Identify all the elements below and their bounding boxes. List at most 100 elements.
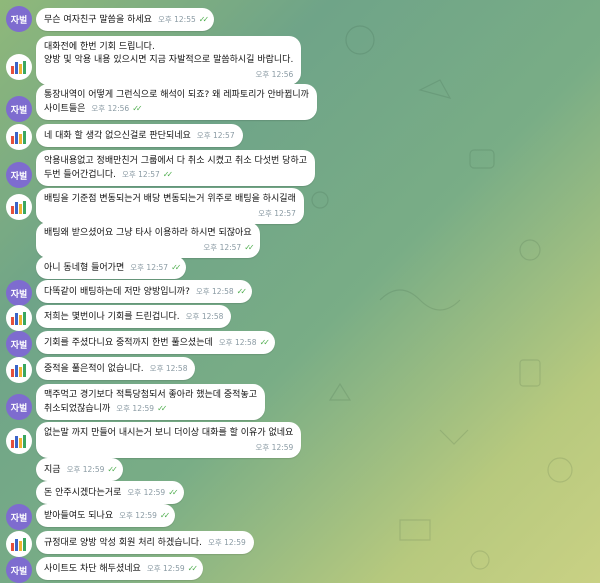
read-check-icon: ✓✓ [132,104,143,113]
message-time: 오후 12:57 [258,209,296,218]
message-row: 저희는 몇번이나 기회를 드린겁니다. 오후 12:58 [0,305,600,331]
message-text: 돈 안주시겠다는거로 [44,488,122,498]
message-row: 대화전에 한번 기회 드립니다. 양방 및 악용 내용 있으시면 지금 자발적으… [0,36,600,85]
message-time: 오후 12:59 ✓✓ [119,511,171,520]
message-bubble[interactable]: 대화전에 한번 기회 드립니다. 양방 및 악용 내용 있으시면 지금 자발적으… [36,36,302,85]
message-time: 오후 12:59 ✓✓ [146,564,199,573]
bar-chart-logo-icon[interactable] [6,305,32,331]
message-bubble[interactable]: 받아들여도 되나요 오후 12:59 ✓✓ [36,504,176,527]
user-avatar[interactable]: 자벌 [6,96,32,122]
message-text: 통장내역이 어떻게 그런식으로 해석이 되죠? 왜 레파토리가 안바뀝니까 사이… [44,90,309,114]
message-time: 오후 12:59 ✓✓ [116,404,168,413]
message-bubble[interactable]: 지금 오후 12:59 ✓✓ [36,458,123,481]
message-bubble[interactable]: 배팅왜 받으셨어요 그냥 타사 이용하라 하시면 되잖아요 오후 12:57 ✓✓ [36,222,260,258]
message-row: 자벌 악용내용없고 정배만친거 그룹에서 다 취소 시켰고 취소 다섯번 당하고… [0,150,600,188]
message-time: 오후 12:56 [255,70,294,79]
message-time: 오후 12:58 [149,364,188,373]
message-text: 배팅을 기준점 변동되는거 배당 변동되는거 위주로 배팅을 하시길래 [44,194,296,204]
chat-message-list[interactable]: 자벌 무슨 여자친구 말씀을 하세요 오후 12:55 ✓✓ 대화전에 한번 기회 … [0,0,600,583]
message-row: 배팅왜 받으셨어요 그냥 타사 이용하라 하시면 되잖아요 오후 12:57 ✓✓ [0,222,600,258]
message-row: 자벌 다똑같이 배팅하는데 저만 양방입니까? 오후 12:58 ✓✓ [0,280,600,306]
message-row: 중적을 풀은적이 없습니다. 오후 12:58 [0,357,600,383]
message-bubble[interactable]: 사이트도 차단 해두셨네요 오후 12:59 ✓✓ [36,557,204,580]
message-bubble[interactable]: 기회를 주셨다니요 중적까지 한번 풀으셨는데 오후 12:58 ✓✓ [36,331,275,354]
message-row: 규정대로 양방 악성 회원 처리 하겠습니다. 오후 12:59 [0,531,600,557]
read-check-icon: ✓✓ [198,15,210,24]
user-avatar[interactable]: 자벌 [6,280,32,306]
message-text: 배팅왜 받으셨어요 그냥 타사 이용하라 하시면 되잖아요 [44,228,252,238]
message-text: 무슨 여자친구 말씀을 하세요 [44,15,152,25]
message-row: 자벌 사이트도 차단 해두셨네요 오후 12:59 ✓✓ [0,557,600,583]
bar-chart-logo-icon[interactable] [6,531,32,557]
message-text: 기회를 주셨다니요 중적까지 한번 풀으셨는데 [44,338,213,348]
message-text: 맥주먹고 경기보다 적특당첨되서 좋아라 했는데 중적놓고 취소되었잖습니까 오후… [44,390,258,414]
bar-chart-logo-icon[interactable] [6,357,32,383]
user-avatar[interactable]: 자벌 [6,394,32,420]
message-time: 오후 12:58 ✓✓ [195,287,248,296]
message-row: 돈 안주시겠다는거로 오후 12:59 ✓✓ [0,481,600,504]
message-row: 자벌 무슨 여자친구 말씀을 하세요 오후 12:55 ✓✓ [0,6,600,32]
message-bubble[interactable]: 무슨 여자친구 말씀을 하세요 오후 12:55 ✓✓ [36,8,215,31]
message-row: 아니 동네형 들어가면 오후 12:57 ✓✓ [0,256,600,279]
bar-chart-logo-icon[interactable] [6,428,32,454]
user-avatar[interactable]: 자벌 [6,557,32,583]
read-check-icon: ✓✓ [259,338,271,347]
message-bubble[interactable]: 아니 동네형 들어가면 오후 12:57 ✓✓ [36,256,187,279]
read-check-icon: ✓✓ [159,511,171,520]
user-avatar[interactable]: 자벌 [6,504,32,530]
message-text: 아니 동네형 들어가면 [44,263,125,273]
message-time: 오후 12:57 ✓✓ [130,263,182,272]
message-text: 대화전에 한번 기회 드립니다. 양방 및 악용 내용 있으시면 지금 자발적으… [44,42,294,65]
message-bubble[interactable]: 없는말 까지 만들어 내시는거 보니 더이상 대화를 할 이유가 없네요 오후 … [36,422,302,458]
message-time: 오후 12:59 [255,443,294,452]
message-text: 저희는 몇번이나 기회를 드린겁니다. [44,312,180,322]
read-check-icon: ✓✓ [157,404,168,413]
message-bubble[interactable]: 다똑같이 배팅하는데 저만 양방입니까? 오후 12:58 ✓✓ [36,280,253,303]
message-text: 받아들여도 되나요 [44,511,114,521]
read-check-icon: ✓✓ [244,243,255,252]
bar-chart-logo-icon[interactable] [6,124,32,150]
user-avatar[interactable]: 자벌 [6,331,32,357]
message-bubble[interactable]: 규정대로 양방 악성 회원 처리 하겠습니다. 오후 12:59 [36,531,254,554]
message-time: 오후 12:56 ✓✓ [91,104,143,113]
read-check-icon: ✓✓ [171,263,182,272]
user-avatar[interactable]: 자벌 [6,6,32,32]
message-text: 다똑같이 배팅하는데 저만 양방입니까? [44,287,190,297]
message-row: 자벌 맥주먹고 경기보다 적특당첨되서 좋아라 했는데 중적놓고 취소되었잖습니… [0,384,600,420]
user-avatar[interactable]: 자벌 [6,162,32,188]
message-bubble[interactable]: 맥주먹고 경기보다 적특당첨되서 좋아라 했는데 중적놓고 취소되었잖습니까 오후… [36,384,266,420]
message-bubble[interactable]: 저희는 몇번이나 기회를 드린겁니다. 오후 12:58 [36,305,232,328]
message-row: 지금 오후 12:59 ✓✓ [0,458,600,481]
message-text: 규정대로 양방 악성 회원 처리 하겠습니다. [44,538,202,548]
message-row: 자벌 기회를 주셨다니요 중적까지 한번 풀으셨는데 오후 12:58 ✓✓ [0,331,600,357]
message-text: 악용내용없고 정배만친거 그룹에서 다 취소 시켰고 취소 다섯번 당하고 두번… [44,156,308,180]
message-text: 중적을 풀은적이 없습니다. [44,364,144,374]
bar-chart-logo-icon[interactable] [6,54,32,80]
message-row: 네 대화 할 생각 없으신걸로 판단되네요 오후 12:57 [0,124,600,150]
message-text: 사이트도 차단 해두셨네요 [44,564,141,574]
message-time: 오후 12:57 ✓✓ [203,243,255,252]
read-check-icon: ✓✓ [168,488,179,497]
message-bubble[interactable]: 통장내역이 어떻게 그런식으로 해석이 되죠? 왜 레파토리가 안바뀝니까 사이… [36,84,317,120]
message-time: 오후 12:57 [196,131,235,140]
message-row: 없는말 까지 만들어 내시는거 보니 더이상 대화를 할 이유가 없네요 오후 … [0,422,600,458]
message-row: 자벌 받아들여도 되나요 오후 12:59 ✓✓ [0,504,600,530]
message-text: 없는말 까지 만들어 내시는거 보니 더이상 대화를 할 이유가 없네요 [44,428,294,438]
message-row: 자벌 통장내역이 어떻게 그런식으로 해석이 되죠? 왜 레파토리가 안바뀝니까… [0,84,600,122]
read-check-icon: ✓✓ [187,564,199,573]
message-text: 지금 [44,465,61,475]
message-bubble[interactable]: 네 대화 할 생각 없으신걸로 판단되네요 오후 12:57 [36,124,243,147]
message-time: 오후 12:58 [185,312,224,321]
message-time: 오후 12:58 ✓✓ [218,338,271,347]
message-time: 오후 12:55 ✓✓ [157,15,210,24]
read-check-icon: ✓✓ [236,287,248,296]
message-bubble[interactable]: 배팅을 기준점 변동되는거 배당 변동되는거 위주로 배팅을 하시길래 오후 1… [36,188,304,224]
message-bubble[interactable]: 악용내용없고 정배만친거 그룹에서 다 취소 시켰고 취소 다섯번 당하고 두번… [36,150,316,186]
message-row: 배팅을 기준점 변동되는거 배당 변동되는거 위주로 배팅을 하시길래 오후 1… [0,188,600,224]
message-text: 네 대화 할 생각 없으신걸로 판단되네요 [44,131,191,141]
bar-chart-logo-icon[interactable] [6,194,32,220]
message-time: 오후 12:57 ✓✓ [121,170,174,179]
read-check-icon: ✓✓ [162,170,174,179]
message-bubble[interactable]: 중적을 풀은적이 없습니다. 오후 12:58 [36,357,196,380]
message-bubble[interactable]: 돈 안주시겠다는거로 오후 12:59 ✓✓ [36,481,184,504]
